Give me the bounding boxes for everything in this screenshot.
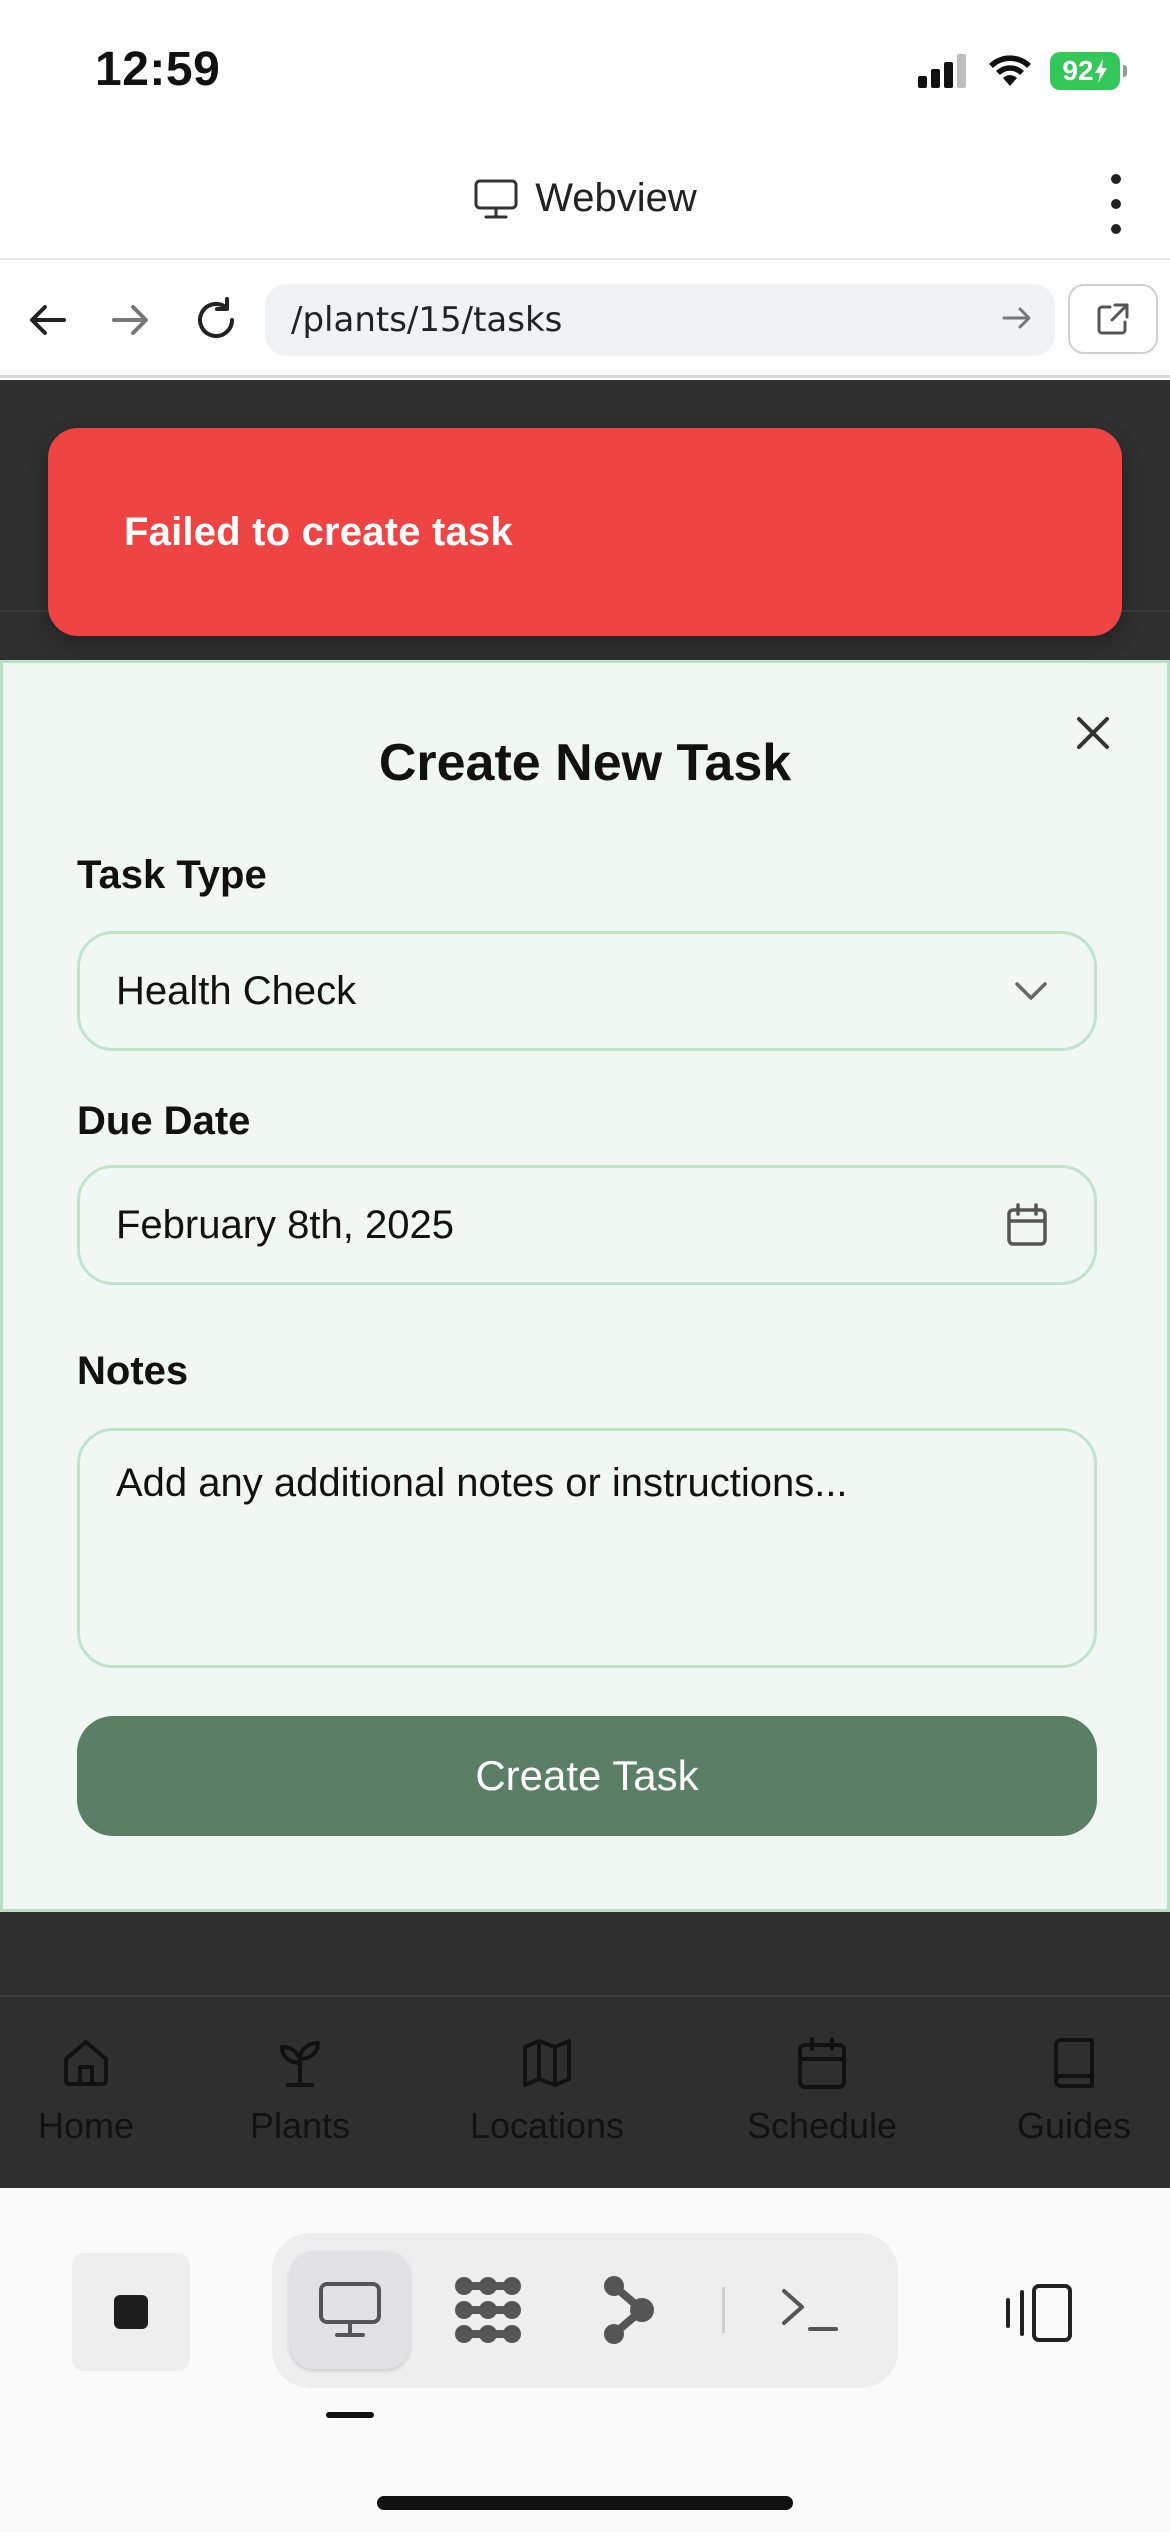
status-icons: 92	[918, 52, 1127, 90]
arrow-right-icon	[112, 305, 148, 335]
nav-label-guides: Guides	[1016, 2105, 1132, 2146]
go-arrow-icon[interactable]	[999, 300, 1035, 336]
create-task-modal: Create New Task Task Type Health Check D…	[0, 660, 1170, 1912]
nav-item-locations[interactable]: Locations	[462, 2035, 632, 2147]
reload-button[interactable]	[188, 292, 244, 348]
panel-toggle-button[interactable]	[998, 2273, 1078, 2353]
reload-icon	[198, 297, 234, 338]
stop-button[interactable]	[72, 2253, 190, 2371]
nav-item-schedule[interactable]: Schedule	[740, 2035, 904, 2147]
webview-title: Webview	[535, 176, 697, 220]
notes-textarea[interactable]: Add any additional notes or instructions…	[77, 1428, 1097, 1668]
nav-label-schedule: Schedule	[746, 2105, 898, 2146]
notes-label: Notes	[77, 1349, 189, 1393]
stop-icon	[114, 2295, 148, 2329]
tab-webview[interactable]	[290, 2251, 410, 2369]
calendar-icon	[1007, 1203, 1047, 1246]
monitor-icon	[474, 179, 518, 218]
tab-terminal[interactable]	[750, 2251, 870, 2369]
home-indicator	[377, 2496, 793, 2510]
external-link-icon	[1097, 303, 1129, 335]
monitor-icon	[319, 2282, 381, 2337]
back-button[interactable]	[20, 292, 76, 348]
nav-label-plants: Plants	[249, 2105, 351, 2146]
calendar-icon	[798, 2037, 846, 2089]
task-type-select[interactable]: Health Check	[77, 931, 1097, 1051]
webview-header: Webview	[0, 140, 1170, 260]
nav-item-plants[interactable]: Plants	[244, 2035, 356, 2147]
more-options-icon[interactable]	[1106, 174, 1126, 234]
create-task-button[interactable]: Create Task	[77, 1716, 1097, 1836]
status-bar: 12:59 92	[0, 0, 1170, 140]
notes-placeholder: Add any additional notes or instructions…	[116, 1461, 848, 1505]
app-content: Failed to create task Create New Task Ta…	[0, 380, 1170, 2188]
branch-icon	[604, 2276, 654, 2344]
home-icon	[64, 2040, 108, 2086]
view-switcher	[272, 2233, 898, 2388]
nav-label-locations: Locations	[469, 2105, 625, 2146]
terminal-icon	[782, 2289, 838, 2331]
due-date-picker[interactable]: February 8th, 2025	[77, 1165, 1097, 1285]
wifi-icon	[989, 55, 1031, 86]
arrow-left-icon	[30, 305, 66, 335]
due-date-label: Due Date	[77, 1099, 251, 1143]
webview-title-group: Webview	[0, 176, 1170, 221]
active-tab-indicator	[326, 2412, 374, 2418]
signal-icon	[918, 54, 966, 88]
book-icon	[1054, 2038, 1094, 2088]
modal-title: Create New Task	[378, 734, 792, 792]
forward-button[interactable]	[102, 292, 158, 348]
dev-toolbar	[0, 2188, 1170, 2532]
bottom-nav: Home Plants Locations Schedule Guides	[0, 1995, 1170, 2188]
status-time: 12:59	[95, 43, 221, 96]
nav-label-home: Home	[37, 2105, 135, 2146]
battery-level: 92	[1062, 55, 1094, 86]
charging-bolt-icon	[1094, 59, 1107, 83]
seg-divider	[722, 2287, 725, 2333]
dots-grid-icon	[455, 2277, 521, 2343]
tab-nodes[interactable]	[428, 2251, 548, 2369]
task-type-value: Health Check	[116, 968, 357, 1013]
tab-graph[interactable]	[568, 2251, 688, 2369]
toast-message: Failed to create task	[124, 509, 513, 554]
open-external-button[interactable]	[1068, 284, 1158, 354]
browser-toolbar: /plants/15/tasks	[0, 262, 1170, 378]
sprout-icon	[280, 2041, 320, 2087]
url-input[interactable]: /plants/15/tasks	[265, 284, 1055, 356]
due-date-value: February 8th, 2025	[116, 1202, 454, 1247]
side-panel-icon	[1006, 2284, 1072, 2342]
battery-indicator: 92	[1050, 52, 1127, 90]
error-toast[interactable]: Failed to create task	[48, 428, 1122, 636]
url-text: /plants/15/tasks	[291, 300, 563, 340]
nav-item-guides[interactable]: Guides	[1008, 2035, 1140, 2147]
task-type-label: Task Type	[77, 853, 267, 897]
chevron-down-icon	[1015, 982, 1047, 1000]
nav-item-home[interactable]: Home	[34, 2035, 138, 2147]
map-icon	[523, 2039, 571, 2087]
